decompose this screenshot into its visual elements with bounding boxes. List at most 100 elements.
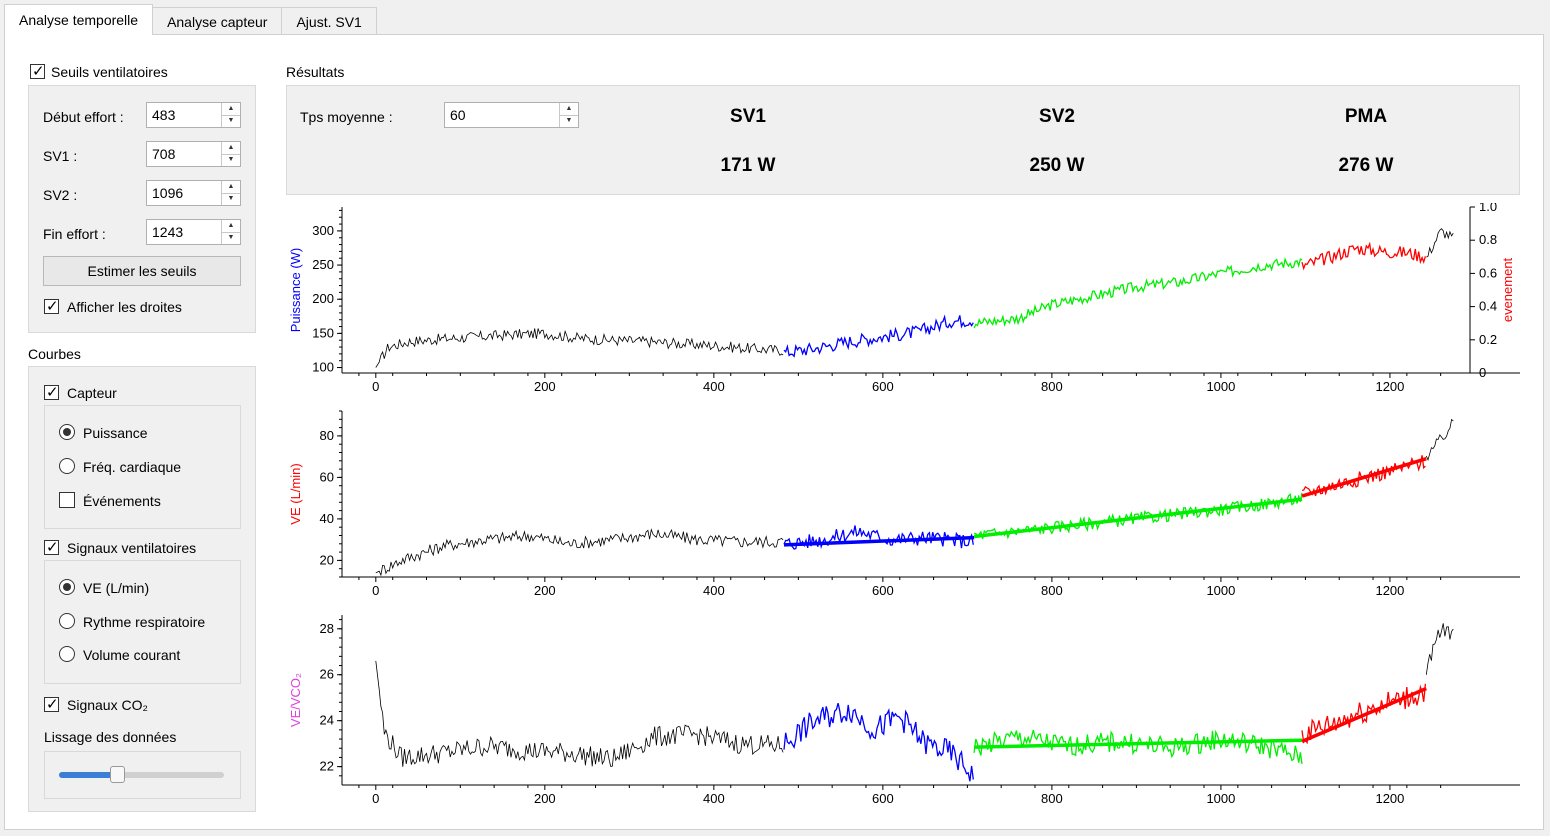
signaux-vent-checkbox[interactable] xyxy=(44,538,59,556)
series-line xyxy=(1425,418,1454,461)
lissage-label: Lissage des données xyxy=(44,729,177,745)
signaux-vent-label: Signaux ventilatoires xyxy=(67,540,197,556)
signaux-co2-label: Signaux CO₂ xyxy=(67,697,148,713)
series-line xyxy=(783,314,974,358)
x-tick-label: 1200 xyxy=(1375,379,1404,394)
spin-down-icon[interactable]: ▼ xyxy=(222,193,240,205)
x-tick-label: 600 xyxy=(872,379,894,394)
lissage-slider-fill xyxy=(59,772,117,778)
x-tick-label: 400 xyxy=(703,583,725,598)
y-right-tick-label: 0 xyxy=(1479,365,1486,380)
y-right-tick-label: 0.4 xyxy=(1479,299,1497,314)
pma-result-title: PMA xyxy=(1344,106,1388,127)
x-tick-label: 1200 xyxy=(1375,791,1404,806)
x-tick-label: 1200 xyxy=(1375,583,1404,598)
lissage-subgroup xyxy=(44,751,241,799)
spin-down-icon[interactable]: ▼ xyxy=(222,154,240,166)
pma-result-value: 276 W xyxy=(1338,155,1394,176)
ve-label: VE (L/min) xyxy=(83,580,150,596)
puissance-label: Puissance xyxy=(83,425,148,441)
y-tick-label: 22 xyxy=(320,759,334,774)
lissage-slider-track[interactable] xyxy=(59,772,224,778)
tab-ajust-sv1[interactable]: Ajust. SV1 xyxy=(281,7,377,35)
capteur-checkbox[interactable] xyxy=(44,383,59,401)
x-tick-label: 400 xyxy=(703,379,725,394)
spin-down-icon[interactable]: ▼ xyxy=(222,232,240,244)
ve-radio[interactable] xyxy=(59,579,75,595)
fin-label: Fin effort : xyxy=(43,226,106,242)
freq-radio[interactable] xyxy=(59,458,75,474)
spin-down-icon[interactable]: ▼ xyxy=(560,115,578,127)
x-tick-label: 800 xyxy=(1041,379,1063,394)
y-tick-label: 80 xyxy=(320,428,334,443)
vent-subgroup: VE (L/min) Rythme respiratoire Volume co… xyxy=(44,560,241,684)
fit-line xyxy=(1301,686,1427,743)
puissance-chart-svg: 0 200 400 600 800 1000 1200 100 150 200 250 300 Puis… xyxy=(288,199,1520,394)
sv2-result-value: 250 W xyxy=(1029,155,1085,176)
sv2-spinbox[interactable]: 1096 ▲ ▼ xyxy=(146,180,241,206)
y-tick-label: 200 xyxy=(312,291,334,306)
ve-vco2-chart-svg: 0 200 400 600 800 1000 1200 22 24 26 28 VE/VCO₂ xyxy=(288,615,1520,806)
y-tick-label: 100 xyxy=(312,360,334,375)
y-tick-label: 20 xyxy=(320,552,334,567)
sv1-label: SV1 : xyxy=(43,148,78,164)
afficher-droites-label: Afficher les droites xyxy=(67,299,182,315)
y-tick-label: 150 xyxy=(312,325,334,340)
y-axis-label: VE/VCO₂ xyxy=(288,673,303,727)
resultats-group: Tps moyenne : 60 ▲ ▼ SV1 171 W SV2 250 W P… xyxy=(286,85,1520,195)
main-pane: Seuils ventilatoires Début effort : 483▲… xyxy=(4,34,1544,830)
resultats-title: Résultats xyxy=(286,64,345,80)
x-tick-label: 800 xyxy=(1041,791,1063,806)
series-line xyxy=(1301,241,1427,271)
signaux-co2-checkbox[interactable] xyxy=(44,695,59,713)
lissage-slider-handle[interactable] xyxy=(109,766,125,783)
sv2-result-title: SV2 xyxy=(1039,106,1075,127)
x-tick-label: 0 xyxy=(372,791,379,806)
x-tick-label: 1000 xyxy=(1206,791,1235,806)
x-tick-label: 200 xyxy=(534,583,556,598)
estimer-seuils-button[interactable]: Estimer les seuils xyxy=(43,256,241,286)
debut-label: Début effort : xyxy=(43,109,124,125)
tps-spinbox[interactable]: 60 ▲ ▼ xyxy=(444,102,579,128)
sv1-spinbox[interactable]: 708 ▲ ▼ xyxy=(146,141,241,167)
volume-radio[interactable] xyxy=(59,646,75,662)
y-axis-label: Puissance (W) xyxy=(288,248,303,333)
ve-vco2-chart: 0 200 400 600 800 1000 1200 22 24 26 28 VE/VCO₂ xyxy=(286,611,1520,811)
debut-spinbox[interactable]: 483 ▲ ▼ xyxy=(146,102,241,128)
x-tick-label: 400 xyxy=(703,791,725,806)
puissance-radio[interactable] xyxy=(59,424,75,440)
y-tick-label: 28 xyxy=(320,621,334,636)
y-tick-label: 250 xyxy=(312,257,334,272)
capteur-subgroup: Puissance Fréq. cardiaque Événements xyxy=(44,405,241,529)
sv1-result-title: SV1 xyxy=(730,106,766,127)
ve-chart-svg: 0 200 400 600 800 1000 1200 20 40 60 80 VE (L/min) xyxy=(288,410,1520,598)
spin-down-icon[interactable]: ▼ xyxy=(222,115,240,127)
fin-spinbox[interactable]: 1243 ▲ ▼ xyxy=(146,219,241,245)
y-axis-right-label: evenement xyxy=(1500,257,1515,322)
series-line xyxy=(375,660,784,767)
tps-label: Tps moyenne : xyxy=(300,109,393,125)
tab-analyse-temporelle[interactable]: Analyse temporelle xyxy=(4,4,154,35)
fit-line xyxy=(973,497,1303,539)
y-right-tick-label: 0.8 xyxy=(1479,232,1497,247)
series-line xyxy=(375,328,784,368)
seuils-checkbox[interactable] xyxy=(30,62,45,80)
seuils-title: Seuils ventilatoires xyxy=(51,64,168,80)
x-tick-label: 800 xyxy=(1041,583,1063,598)
series-line xyxy=(375,528,784,577)
x-tick-label: 1000 xyxy=(1206,583,1235,598)
volume-label: Volume courant xyxy=(83,647,181,663)
tab-analyse-capteur[interactable]: Analyse capteur xyxy=(152,7,283,35)
afficher-droites-checkbox[interactable] xyxy=(44,297,59,315)
rythme-radio[interactable] xyxy=(59,613,75,629)
puissance-chart: 0 200 400 600 800 1000 1200 100 150 200 250 300 Puis… xyxy=(286,199,1520,399)
x-tick-label: 0 xyxy=(372,379,379,394)
seuils-group: Début effort : 483 ▲ ▼ SV1 : 708 ▲ ▼ SV2 : 1… xyxy=(28,85,256,333)
tab-bar: Analyse temporelle Analyse capteur Ajust… xyxy=(4,4,377,35)
x-tick-label: 200 xyxy=(534,791,556,806)
evenements-checkbox[interactable] xyxy=(59,492,75,508)
series-line xyxy=(973,256,1303,329)
x-tick-label: 600 xyxy=(872,791,894,806)
x-tick-label: 600 xyxy=(872,583,894,598)
y-tick-label: 26 xyxy=(320,667,334,682)
